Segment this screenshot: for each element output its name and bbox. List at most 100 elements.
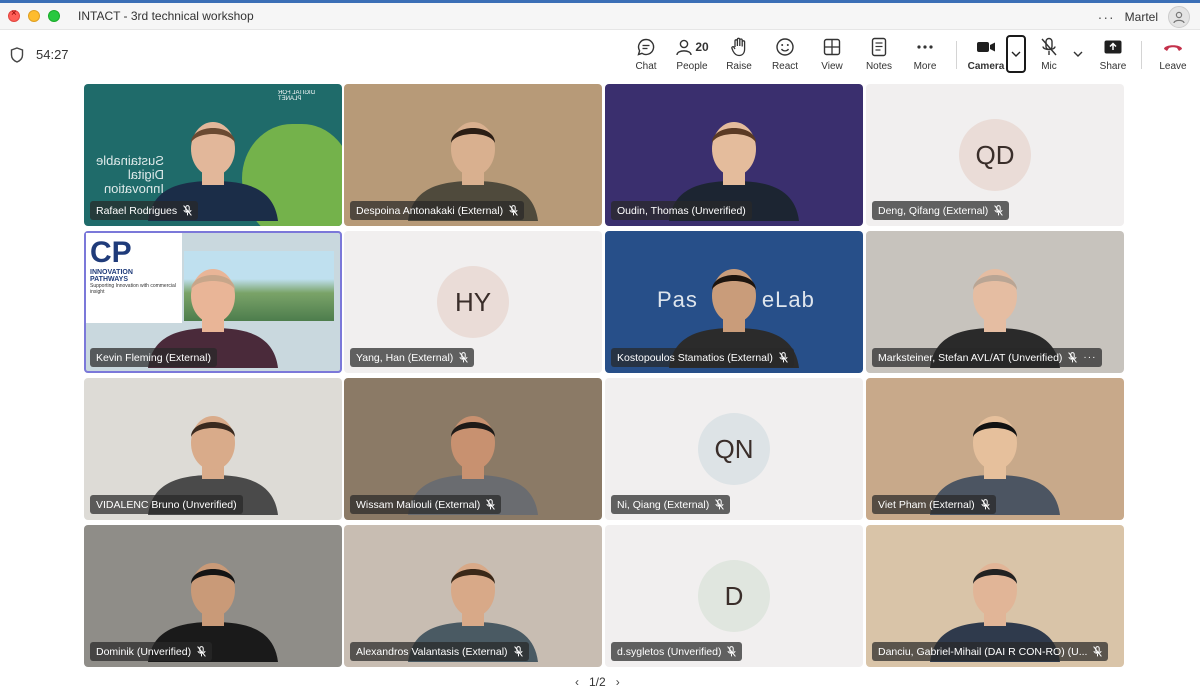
camera-button[interactable]: Camera <box>966 37 1006 75</box>
participant-nameplate: Dominik (Unverified) <box>90 642 213 661</box>
mic-off-icon <box>1040 37 1058 57</box>
mic-off-icon <box>994 205 1004 216</box>
participant-tile[interactable]: Dominik (Unverified) <box>84 525 342 667</box>
people-count: 20 <box>695 40 709 54</box>
toolbar-divider <box>1141 41 1142 69</box>
background-logo: DIGITAL FOR PLANET <box>278 90 316 102</box>
mic-off-icon <box>459 352 469 363</box>
participant-nameplate: Alexandros Valantasis (External) <box>350 642 529 661</box>
title-bar: INTACT - 3rd technical workshop ··· Mart… <box>0 3 1200 30</box>
user-name: Martel <box>1124 10 1158 24</box>
next-page-icon[interactable]: › <box>616 675 620 688</box>
participant-nameplate: Yang, Han (External) <box>350 348 475 367</box>
participant-tile[interactable]: Oudin, Thomas (Unverified) <box>605 84 863 226</box>
participant-name: Ni, Qiang (External) <box>617 498 710 511</box>
participant-nameplate: Oudin, Thomas (Unverified) <box>611 201 752 220</box>
camera-icon <box>976 37 996 57</box>
participant-name: Viet Pham (External) <box>878 498 975 511</box>
participant-name: Kevin Fleming (External) <box>96 351 211 364</box>
share-screen-icon <box>1103 37 1123 57</box>
participant-tile[interactable]: Danciu, Gabriel-Mihail (DAI R CON-RO) (U… <box>866 525 1124 667</box>
participant-tile[interactable]: HY Yang, Han (External) <box>344 231 602 373</box>
notes-icon <box>871 37 887 57</box>
participant-nameplate: Viet Pham (External) <box>872 495 996 514</box>
more-button[interactable]: More <box>910 37 940 75</box>
window-controls <box>8 8 60 22</box>
participant-more-icon[interactable]: ··· <box>1083 352 1096 363</box>
participant-initials-avatar: QD <box>959 119 1031 191</box>
participant-nameplate: Danciu, Gabriel-Mihail (DAI R CON-RO) (U… <box>872 642 1109 661</box>
view-button[interactable]: View <box>817 37 847 75</box>
participant-tile[interactable]: QN Ni, Qiang (External) <box>605 378 863 520</box>
participant-tile[interactable]: QD Deng, Qifang (External) <box>866 84 1124 226</box>
minimize-window-button[interactable] <box>28 10 40 22</box>
participant-tile[interactable]: VIDALENC Bruno (Unverified) <box>84 378 342 520</box>
camera-label: Camera <box>967 61 1005 72</box>
mic-off-icon <box>727 646 737 657</box>
react-button[interactable]: React <box>770 37 800 75</box>
participant-name: Oudin, Thomas (Unverified) <box>617 204 746 217</box>
chat-label: Chat <box>635 61 657 72</box>
participant-tile[interactable]: Viet Pham (External) <box>866 378 1124 520</box>
camera-options-button[interactable] <box>1006 35 1026 73</box>
previous-page-icon[interactable]: ‹ <box>575 675 579 688</box>
participant-name: Marksteiner, Stefan AVL/AT (Unverified) <box>878 351 1063 364</box>
notes-label: Notes <box>865 61 893 72</box>
mic-off-icon <box>197 646 206 657</box>
ellipsis-icon <box>916 37 934 57</box>
meeting-timer: 54:27 <box>36 47 69 62</box>
participant-name: Dominik (Unverified) <box>96 645 192 658</box>
close-window-button[interactable] <box>8 8 20 22</box>
person-icon <box>1173 11 1185 24</box>
mic-options-button[interactable] <box>1072 44 1084 64</box>
participant-name: Wissam Maliouli (External) <box>356 498 481 511</box>
chat-button[interactable]: Chat <box>632 37 660 75</box>
grid-view-icon <box>823 37 841 57</box>
mic-off-icon <box>715 499 724 510</box>
user-avatar[interactable] <box>1168 6 1190 28</box>
mic-button[interactable]: Mic <box>1034 37 1064 75</box>
participant-tile[interactable]: Wissam Maliouli (External) <box>344 378 602 520</box>
people-label: People <box>676 61 708 72</box>
raise-hand-button[interactable]: Raise <box>724 37 754 75</box>
participant-tile[interactable]: Pas eLab Kostopoulos Stamatios (External) <box>605 231 863 373</box>
mic-off-icon <box>513 646 523 657</box>
react-label: React <box>771 61 799 72</box>
chat-icon <box>636 37 656 57</box>
mic-off-icon <box>1068 352 1078 363</box>
page-navigator: ‹ 1/2 › <box>575 675 620 688</box>
participant-initials-avatar: QN <box>698 413 770 485</box>
window-title: INTACT - 3rd technical workshop <box>78 9 254 23</box>
zoom-window-button[interactable] <box>48 10 60 22</box>
raise-label: Raise <box>726 61 752 72</box>
people-button[interactable]: 20 People <box>674 37 710 75</box>
participant-nameplate: Ni, Qiang (External) <box>611 495 731 514</box>
leave-button[interactable]: Leave <box>1156 37 1190 75</box>
share-button[interactable]: Share <box>1098 37 1128 75</box>
participant-nameplate: Deng, Qifang (External) <box>872 201 1010 220</box>
people-icon-group: 20 <box>675 37 709 57</box>
participant-name: Deng, Qifang (External) <box>878 204 989 217</box>
participant-tile[interactable]: Despoina Antonakaki (External) <box>344 84 602 226</box>
participant-tile[interactable]: Sustainable Digital Innovation DIGITAL FOR … <box>84 84 342 226</box>
participant-nameplate: Rafael Rodrigues <box>90 201 199 220</box>
participant-initials-avatar: HY <box>437 266 509 338</box>
participant-name: VIDALENC Bruno (Unverified) <box>96 498 237 511</box>
chevron-down-icon <box>1011 51 1021 57</box>
participant-nameplate: Kevin Fleming (External) <box>90 348 217 367</box>
page-indicator: 1/2 <box>589 675 606 688</box>
more-options-icon[interactable]: ··· <box>1098 9 1115 25</box>
mic-off-icon <box>980 499 990 510</box>
participant-nameplate: Wissam Maliouli (External) <box>350 495 502 514</box>
participant-tile[interactable]: Alexandros Valantasis (External) <box>344 525 602 667</box>
share-label: Share <box>1099 61 1127 72</box>
participant-nameplate: Marksteiner, Stefan AVL/AT (Unverified) ·… <box>872 348 1103 367</box>
participant-tile[interactable]: Dd.sygletos (Unverified) <box>605 525 863 667</box>
leave-label: Leave <box>1159 61 1187 72</box>
shield-icon[interactable] <box>10 47 24 68</box>
participant-name: Despoina Antonakaki (External) <box>356 204 504 217</box>
participant-tile[interactable]: Marksteiner, Stefan AVL/AT (Unverified) ·… <box>866 231 1124 373</box>
mic-off-icon <box>509 205 518 216</box>
participant-tile[interactable]: CP INNOVATION PATHWAYS Supporting Innovatio… <box>84 231 342 373</box>
notes-button[interactable]: Notes <box>863 37 895 75</box>
